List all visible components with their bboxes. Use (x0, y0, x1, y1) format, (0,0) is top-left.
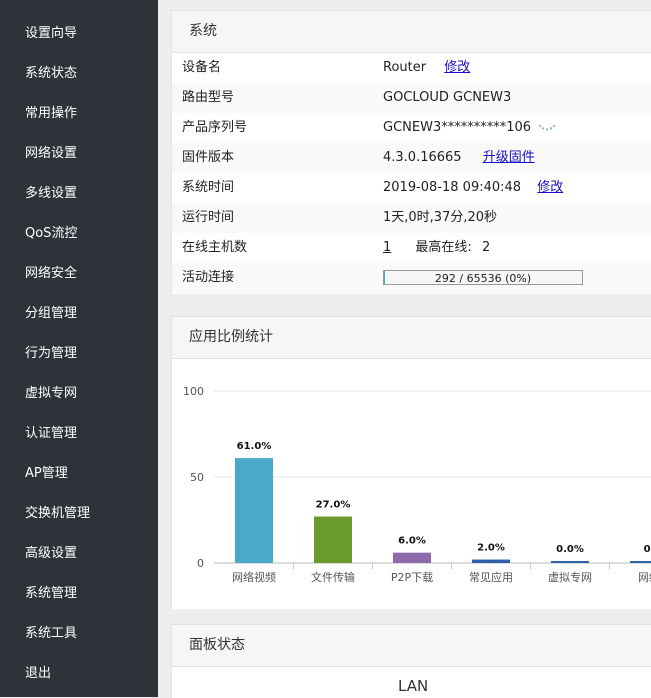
firmware-label: 固件版本 (182, 150, 235, 165)
active-connections-text: 292 / 65536 (0%) (434, 272, 532, 285)
app-stats-panel: 应用比例统计 0 50 100 61.0% 网络视频 27.0% 文件传输 6.0% P2P下载… (171, 316, 651, 609)
upgrade-firmware-link[interactable]: 升级固件 (483, 150, 535, 165)
system-panel: 系统 设备名 Router 修改 路由型号 GOCLOUD GCNEW3 产品序… (171, 10, 651, 294)
row-firmware: 固件版本 4.3.0.16665 升级固件 (172, 143, 651, 173)
firmware-value-wrap: 4.3.0.16665 升级固件 (383, 143, 535, 173)
serial-value: GCNEW3**********106 (383, 120, 532, 135)
sidebar-item-multiline-settings[interactable]: 多线设置 (25, 182, 77, 201)
bar-value-label: 6.0% (398, 536, 426, 547)
app-stats-chart: 0 50 100 61.0% 网络视频 27.0% 文件传输 6.0% P2P下载 2.0% 常见应… (183, 385, 651, 584)
bar-value-label: 2.0% (477, 543, 505, 554)
online-hosts-value-wrap: 1 最高在线: 2 (383, 233, 490, 263)
uptime-label: 运行时间 (182, 210, 235, 225)
modify-time-link[interactable]: 修改 (537, 180, 563, 195)
x-category-label: 虚拟专网 (548, 570, 592, 584)
row-device-name: 设备名 Router 修改 (172, 53, 651, 83)
sidebar-item-setup-wizard[interactable]: 设置向导 (25, 22, 77, 41)
y-tick-label: 0 (197, 557, 204, 570)
model-value: GOCLOUD GCNEW3 (383, 90, 512, 105)
peak-online-label: 最高在线: (415, 240, 472, 255)
sidebar-item-switch-management[interactable]: 交换机管理 (25, 502, 90, 521)
device-name-value: Router 修改 (383, 53, 470, 83)
x-category-label: 网络 (638, 570, 651, 584)
sidebar-item-auth-management[interactable]: 认证管理 (25, 422, 77, 441)
panel-status-title: 面板状态 (172, 625, 651, 667)
y-tick-label: 100 (183, 385, 204, 398)
system-time-value: 2019-08-18 09:40:48 (383, 180, 522, 195)
uptime-value: 1天,0时,37分,20秒 (383, 210, 498, 225)
sidebar-item-system-status[interactable]: 系统状态 (25, 62, 77, 81)
active-connections-bar: 292 / 65536 (0%) (383, 270, 583, 285)
bar (235, 458, 273, 563)
row-uptime: 运行时间 1天,0时,37分,20秒 (172, 203, 651, 233)
sidebar-item-logout[interactable]: 退出 (25, 662, 51, 681)
sidebar-item-group-management[interactable]: 分组管理 (25, 302, 77, 321)
row-online-hosts: 在线主机数 1 最高在线: 2 (172, 233, 651, 263)
lan-label: LAN (398, 677, 429, 695)
bar-value-label: 0. (644, 544, 651, 555)
main-content: 系统 设备名 Router 修改 路由型号 GOCLOUD GCNEW3 产品序… (158, 0, 651, 698)
serial-value-wrap: GCNEW3**********106 (383, 113, 556, 143)
active-connections-bar-fill (384, 271, 385, 284)
app-stats-title: 应用比例统计 (172, 317, 651, 359)
active-connections-label: 活动连接 (182, 270, 235, 285)
system-panel-title: 系统 (172, 11, 651, 53)
row-active-connections: 活动连接 292 / 65536 (0%) (172, 263, 651, 293)
sidebar-item-vpn[interactable]: 虚拟专网 (25, 382, 77, 401)
bar-value-label: 27.0% (316, 500, 351, 511)
row-system-time: 系统时间 2019-08-18 09:40:48 修改 (172, 173, 651, 203)
panel-status-panel: 面板状态 LAN (171, 624, 651, 698)
bar (393, 552, 431, 563)
device-name: Router (383, 60, 427, 75)
sidebar-item-network-settings[interactable]: 网络设置 (25, 142, 77, 161)
sidebar-item-system-tools[interactable]: 系统工具 (25, 622, 77, 641)
x-category-label: 文件传输 (311, 570, 355, 584)
serial-label: 产品序列号 (182, 120, 248, 135)
modify-device-name-link[interactable]: 修改 (444, 60, 470, 75)
firmware-value: 4.3.0.16665 (383, 150, 462, 165)
sidebar-item-common-operations[interactable]: 常用操作 (25, 102, 77, 121)
x-category-label: 网络视频 (232, 570, 276, 584)
loading-icon (538, 124, 556, 131)
sidebar-item-system-management[interactable]: 系统管理 (25, 582, 77, 601)
row-serial: 产品序列号 GCNEW3**********106 (172, 113, 651, 143)
sidebar-item-behavior-management[interactable]: 行为管理 (25, 342, 77, 361)
sidebar-item-network-security[interactable]: 网络安全 (25, 262, 77, 281)
bar (472, 559, 510, 563)
system-time-label: 系统时间 (182, 180, 235, 195)
online-hosts-link[interactable]: 1 (383, 240, 391, 255)
row-model: 路由型号 GOCLOUD GCNEW3 (172, 83, 651, 113)
model-label: 路由型号 (182, 90, 235, 105)
sidebar-item-qos[interactable]: QoS流控 (25, 222, 77, 241)
x-category-label: P2P下载 (391, 571, 433, 584)
bar (630, 561, 651, 563)
bar-value-label: 0.0% (556, 544, 584, 555)
sidebar-item-advanced-settings[interactable]: 高级设置 (25, 542, 77, 561)
peak-online-value: 2 (481, 240, 491, 255)
bar (314, 516, 352, 563)
y-tick-label: 50 (190, 471, 204, 484)
system-time-value-wrap: 2019-08-18 09:40:48 修改 (383, 173, 563, 203)
sidebar: 设置向导 系统状态 常用操作 网络设置 多线设置 QoS流控 网络安全 分组管理… (0, 0, 158, 697)
online-hosts-label: 在线主机数 (182, 240, 248, 255)
bar (551, 561, 589, 563)
bar-value-label: 61.0% (237, 441, 272, 452)
sidebar-item-ap-management[interactable]: AP管理 (25, 462, 68, 481)
device-name-label: 设备名 (182, 60, 222, 75)
x-category-label: 常见应用 (469, 570, 513, 584)
